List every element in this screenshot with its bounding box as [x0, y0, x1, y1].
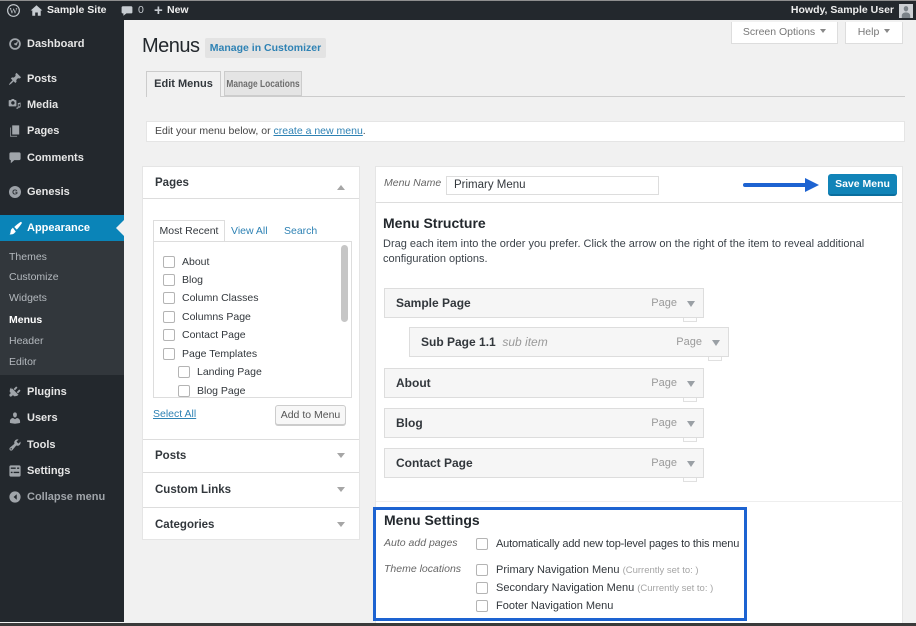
- svg-text:G: G: [12, 188, 18, 197]
- svg-text:W: W: [10, 5, 18, 15]
